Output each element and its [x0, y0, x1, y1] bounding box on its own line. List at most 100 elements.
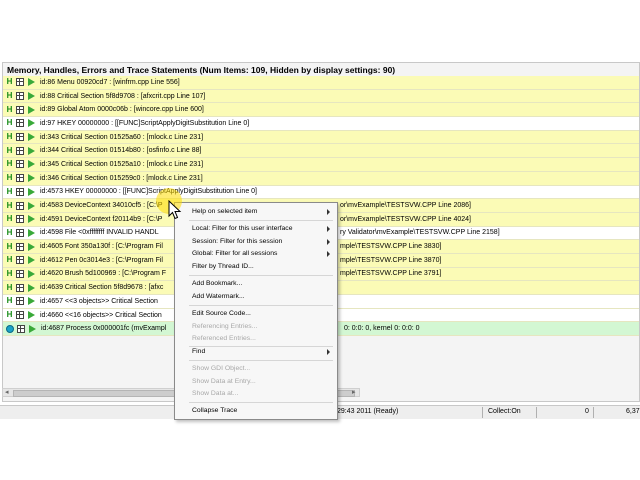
- menu-item-show-data: Show Data at...: [192, 390, 239, 397]
- play-icon: [28, 269, 35, 278]
- scroll-left-icon[interactable]: ◂: [5, 389, 9, 396]
- entry-text: id:4639 Critical Section 5f8d9678 : [afx…: [40, 284, 164, 292]
- list-item[interactable]: H id:97 HKEY 00000000 : [[FUNC]ScriptApp…: [3, 117, 639, 131]
- handle-icon: H: [6, 241, 13, 251]
- play-icon: [28, 92, 35, 101]
- expand-grid-icon[interactable]: [16, 160, 24, 169]
- expand-grid-icon[interactable]: [17, 324, 25, 333]
- menu-item-show-gdi: Show GDI Object...: [192, 365, 251, 372]
- expand-grid-icon[interactable]: [16, 187, 24, 196]
- entry-text: id:4573 HKEY 00000000 : [[FUNC]ScriptApp…: [40, 188, 257, 196]
- status-divider: [482, 407, 483, 418]
- bottom-blank-area: [0, 419, 640, 480]
- entry-text: id:4620 Brush 5d100969 : [C:\Program F: [40, 270, 167, 278]
- play-icon: [28, 174, 35, 183]
- expand-grid-icon[interactable]: [16, 269, 24, 278]
- menu-item-edit-source[interactable]: Edit Source Code...: [192, 310, 251, 317]
- play-icon: [28, 160, 35, 169]
- expand-grid-icon[interactable]: [16, 92, 24, 101]
- play-icon: [29, 324, 36, 333]
- list-item[interactable]: H id:4573 HKEY 00000000 : [[FUNC]ScriptA…: [3, 185, 639, 200]
- handle-icon: H: [6, 104, 13, 114]
- menu-separator: [189, 305, 333, 306]
- handle-icon: H: [6, 159, 13, 169]
- menu-separator: [189, 275, 333, 276]
- expand-grid-icon[interactable]: [16, 78, 24, 87]
- expand-grid-icon[interactable]: [16, 228, 24, 237]
- play-icon: [28, 133, 35, 142]
- handle-icon: H: [6, 255, 13, 265]
- menu-item-add-bookmark[interactable]: Add Bookmark...: [192, 280, 242, 287]
- entry-text-tail: 0: 0:0: 0, kernel 0: 0:0: 0: [344, 325, 420, 333]
- entry-text: id:345 Critical Section 01525a10 : [mloc…: [40, 160, 204, 168]
- entry-text: id:86 Menu 00920cd7 : [winfrm.cpp Line 5…: [40, 78, 180, 86]
- entry-text-tail: or\mvExample\TESTSVW.CPP Line 4024]: [340, 215, 471, 223]
- play-icon: [28, 201, 35, 210]
- entry-text: id:88 Critical Section 5f8d9708 : [afxcr…: [40, 92, 206, 100]
- list-item[interactable]: H id:344 Critical Section 01514b80 : [os…: [3, 144, 639, 159]
- menu-item-local-filter[interactable]: Local: Filter for this user interface: [192, 225, 292, 232]
- status-count: 0: [585, 408, 589, 415]
- list-item[interactable]: H id:86 Menu 00920cd7 : [winfrm.cpp Line…: [3, 76, 639, 90]
- expand-grid-icon[interactable]: [16, 174, 24, 183]
- entry-text: id:4612 Pen 0c3014e3 : [C:\Program Fil: [40, 256, 163, 264]
- entry-text-tail: mple\TESTSVW.CPP Line 3830]: [340, 243, 442, 251]
- handle-icon: H: [6, 173, 13, 183]
- entry-text: id:89 Global Atom 0000c06b : [wincore.cp…: [40, 106, 204, 114]
- entry-text: id:4598 File <0xffffffff INVALID HANDL: [40, 229, 159, 237]
- play-icon: [28, 283, 35, 292]
- play-icon: [28, 105, 35, 114]
- expand-grid-icon[interactable]: [16, 119, 24, 128]
- handle-icon: H: [6, 214, 13, 224]
- status-divider: [536, 407, 537, 418]
- menu-item-help[interactable]: Help on selected item: [192, 208, 257, 215]
- status-divider: [593, 407, 594, 418]
- expand-grid-icon[interactable]: [16, 146, 24, 155]
- expand-grid-icon[interactable]: [16, 297, 24, 306]
- play-icon: [28, 311, 35, 320]
- menu-item-global-filter[interactable]: Global: Filter for all sessions: [192, 250, 277, 257]
- handle-icon: H: [6, 145, 13, 155]
- expand-grid-icon[interactable]: [16, 242, 24, 251]
- list-item[interactable]: H id:346 Critical Section 015259c0 : [ml…: [3, 171, 639, 186]
- list-item[interactable]: H id:89 Global Atom 0000c06b : [wincore.…: [3, 103, 639, 118]
- submenu-arrow-icon: [327, 226, 330, 232]
- menu-item-find[interactable]: Find: [192, 348, 205, 355]
- entry-text: id:97 HKEY 00000000 : [[FUNC]ScriptApply…: [40, 119, 250, 127]
- expand-grid-icon[interactable]: [16, 201, 24, 210]
- entry-text-tail: mple\TESTSVW.CPP Line 3870]: [340, 256, 442, 264]
- expand-grid-icon[interactable]: [16, 105, 24, 114]
- menu-item-referencing: Referencing Entries...: [192, 323, 258, 330]
- menu-separator: [189, 220, 333, 221]
- top-blank-area: [0, 0, 640, 60]
- mouse-pointer-icon: [168, 200, 182, 220]
- list-item[interactable]: H id:88 Critical Section 5f8d9708 : [afx…: [3, 89, 639, 104]
- list-item[interactable]: H id:343 Critical Section 01525a60 : [ml…: [3, 130, 639, 145]
- entry-text: id:4687 Process 0x000001fc (mvExampl: [41, 325, 167, 333]
- panel-title: Memory, Handles, Errors and Trace Statem…: [7, 65, 396, 75]
- process-icon: [6, 324, 14, 333]
- menu-separator: [189, 346, 333, 347]
- scroll-right-icon[interactable]: ▸: [352, 389, 356, 396]
- entry-text: id:4591 DeviceContext f20114b9 : [C:\P: [40, 215, 163, 223]
- expand-grid-icon[interactable]: [16, 283, 24, 292]
- menu-item-session-filter[interactable]: Session: Filter for this session: [192, 238, 282, 245]
- menu-item-add-watermark[interactable]: Add Watermark...: [192, 293, 245, 300]
- status-total: 6,37: [626, 408, 640, 415]
- handle-icon: H: [6, 200, 13, 210]
- expand-grid-icon[interactable]: [16, 311, 24, 320]
- play-icon: [28, 146, 35, 155]
- expand-grid-icon[interactable]: [16, 256, 24, 265]
- play-icon: [28, 78, 35, 87]
- handle-icon: H: [6, 118, 13, 128]
- list-item[interactable]: H id:345 Critical Section 01525a10 : [ml…: [3, 158, 639, 172]
- entry-text-tail: ry Validator\mvExample\TESTSVW.CPP Line …: [340, 229, 500, 237]
- menu-item-filter-thread[interactable]: Filter by Thread ID...: [192, 263, 254, 270]
- expand-grid-icon[interactable]: [16, 133, 24, 142]
- play-icon: [28, 297, 35, 306]
- menu-item-collapse-trace[interactable]: Collapse Trace: [192, 407, 237, 414]
- entry-text: id:4660 <<16 objects>> Critical Section: [40, 311, 162, 319]
- play-icon: [28, 242, 35, 251]
- expand-grid-icon[interactable]: [16, 215, 24, 224]
- menu-separator: [189, 360, 333, 361]
